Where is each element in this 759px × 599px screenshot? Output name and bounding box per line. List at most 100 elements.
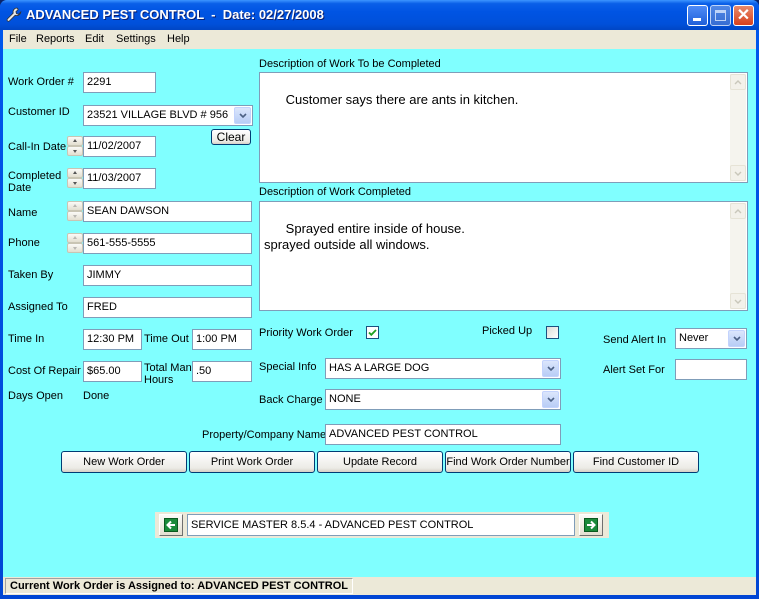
total-man-hours-label-2: Hours xyxy=(144,374,174,386)
completed-date-field[interactable]: 11/03/2007 xyxy=(83,168,156,189)
completed-date-spinner[interactable] xyxy=(67,168,83,188)
cost-of-repair-label: Cost Of Repair xyxy=(8,365,81,377)
taken-by-field[interactable]: JIMMY xyxy=(83,265,252,286)
spin-down-icon[interactable] xyxy=(67,211,83,221)
name-spinner[interactable] xyxy=(67,201,83,221)
alert-set-for-label: Alert Set For xyxy=(603,364,665,376)
completed-date-label-2: Date xyxy=(8,182,32,194)
navigator-text-field[interactable]: SERVICE MASTER 8.5.4 - ADVANCED PEST CON… xyxy=(187,514,575,536)
work-order-field[interactable]: 2291 xyxy=(83,72,156,93)
spin-up-icon[interactable] xyxy=(67,168,83,178)
update-record-button[interactable]: Update Record xyxy=(317,451,443,473)
maximize-icon xyxy=(715,10,726,21)
phone-spinner[interactable] xyxy=(67,233,83,253)
phone-label: Phone xyxy=(8,237,40,249)
previous-record-button[interactable] xyxy=(159,514,183,536)
name-label: Name xyxy=(8,207,38,219)
time-in-field[interactable]: 12:30 PM xyxy=(83,329,142,350)
alert-set-for-field[interactable] xyxy=(675,359,747,380)
scroll-up-icon[interactable] xyxy=(730,203,746,219)
desc-completed-text: Sprayed entire inside of house. sprayed … xyxy=(264,221,465,252)
special-info-combo[interactable]: HAS A LARGE DOG xyxy=(325,358,561,379)
picked-up-label: Picked Up xyxy=(482,325,533,337)
desc-completed-textarea[interactable]: Sprayed entire inside of house. sprayed … xyxy=(259,201,748,311)
chevron-down-icon[interactable] xyxy=(728,330,745,347)
minimize-button[interactable] xyxy=(687,5,708,26)
cost-of-repair-field[interactable]: $65.00 xyxy=(83,361,142,382)
call-in-date-spinner[interactable] xyxy=(67,136,83,156)
desc-to-complete-label: Description of Work To be Completed xyxy=(259,58,441,70)
picked-up-checkbox[interactable] xyxy=(546,326,559,339)
chevron-down-icon[interactable] xyxy=(542,360,559,377)
priority-work-order-label: Priority Work Order xyxy=(259,327,353,339)
menu-edit[interactable]: Edit xyxy=(85,33,104,45)
work-order-form: Work Order # 2291 Customer ID 23521 VILL… xyxy=(3,49,756,577)
arrow-left-icon xyxy=(164,518,178,532)
menu-help[interactable]: Help xyxy=(167,33,190,45)
time-out-field[interactable]: 1:00 PM xyxy=(192,329,252,350)
arrow-right-icon xyxy=(584,518,598,532)
time-out-label: Time Out xyxy=(144,333,189,345)
customer-id-value: 23521 VILLAGE BLVD # 956 xyxy=(87,109,229,121)
spin-up-icon[interactable] xyxy=(67,136,83,146)
wrench-icon xyxy=(6,7,22,22)
spin-up-icon[interactable] xyxy=(67,233,83,243)
special-info-label: Special Info xyxy=(259,361,317,373)
days-open-label: Days Open xyxy=(8,390,64,402)
back-charge-value: NONE xyxy=(329,393,361,405)
send-alert-in-combo[interactable]: Never xyxy=(675,328,747,349)
property-company-name-label: Property/Company Name xyxy=(202,429,327,441)
name-field[interactable]: SEAN DAWSON xyxy=(83,201,252,222)
spin-up-icon[interactable] xyxy=(67,201,83,211)
menu-settings[interactable]: Settings xyxy=(116,33,156,45)
assigned-to-label: Assigned To xyxy=(8,301,68,313)
close-icon: ✕ xyxy=(736,7,751,24)
total-man-hours-field[interactable]: .50 xyxy=(192,361,252,382)
work-order-label: Work Order # xyxy=(8,76,74,88)
desc-completed-label: Description of Work Completed xyxy=(259,186,412,198)
scrollbar[interactable] xyxy=(730,74,746,181)
priority-work-order-checkbox[interactable] xyxy=(366,326,379,339)
time-in-label: Time In xyxy=(8,333,45,345)
phone-field[interactable]: 561-555-5555 xyxy=(83,233,252,254)
chevron-down-icon[interactable] xyxy=(234,107,251,124)
menu-bar: File Reports Edit Settings Help xyxy=(3,30,756,49)
spin-down-icon[interactable] xyxy=(67,146,83,156)
back-charge-label: Back Charge xyxy=(259,394,323,406)
app-window: ADVANCED PEST CONTROL - Date: 02/27/2008… xyxy=(0,0,759,599)
checkmark-icon xyxy=(368,329,377,337)
call-in-date-field[interactable]: 11/02/2007 xyxy=(83,136,156,157)
new-work-order-button[interactable]: New Work Order xyxy=(61,451,187,473)
close-button[interactable]: ✕ xyxy=(733,5,754,26)
maximize-button[interactable] xyxy=(710,5,731,26)
spin-down-icon[interactable] xyxy=(67,178,83,188)
customer-id-combo[interactable]: 23521 VILLAGE BLVD # 956 xyxy=(83,105,253,126)
desc-to-complete-textarea[interactable]: Customer says there are ants in kitchen. xyxy=(259,72,748,183)
customer-id-label: Customer ID xyxy=(8,106,70,118)
total-man-hours-label-1: Total Man xyxy=(144,362,192,374)
assigned-to-field[interactable]: FRED xyxy=(83,297,252,318)
scrollbar[interactable] xyxy=(730,203,746,309)
property-company-name-field[interactable]: ADVANCED PEST CONTROL xyxy=(325,424,561,445)
scroll-up-icon[interactable] xyxy=(730,74,746,90)
find-customer-id-button[interactable]: Find Customer ID xyxy=(573,451,699,473)
record-navigator: SERVICE MASTER 8.5.4 - ADVANCED PEST CON… xyxy=(155,512,609,538)
menu-file[interactable]: File xyxy=(9,33,27,45)
find-work-order-number-button[interactable]: Find Work Order Number xyxy=(445,451,571,473)
menu-reports[interactable]: Reports xyxy=(36,33,75,45)
days-open-value: Done xyxy=(83,390,110,402)
send-alert-in-value: Never xyxy=(679,332,709,344)
completed-date-label-1: Completed xyxy=(8,170,62,182)
print-work-order-button[interactable]: Print Work Order xyxy=(189,451,315,473)
call-in-date-label: Call-In Date xyxy=(8,141,67,153)
clear-button[interactable]: Clear xyxy=(211,129,251,145)
chevron-down-icon[interactable] xyxy=(542,391,559,408)
scroll-down-icon[interactable] xyxy=(730,165,746,181)
back-charge-combo[interactable]: NONE xyxy=(325,389,561,410)
window-title: ADVANCED PEST CONTROL - Date: 02/27/2008 xyxy=(26,7,324,22)
next-record-button[interactable] xyxy=(579,514,603,536)
scroll-down-icon[interactable] xyxy=(730,293,746,309)
spin-down-icon[interactable] xyxy=(67,243,83,253)
status-text: Current Work Order is Assigned to: ADVAN… xyxy=(5,578,353,594)
title-bar[interactable]: ADVANCED PEST CONTROL - Date: 02/27/2008… xyxy=(0,0,759,30)
